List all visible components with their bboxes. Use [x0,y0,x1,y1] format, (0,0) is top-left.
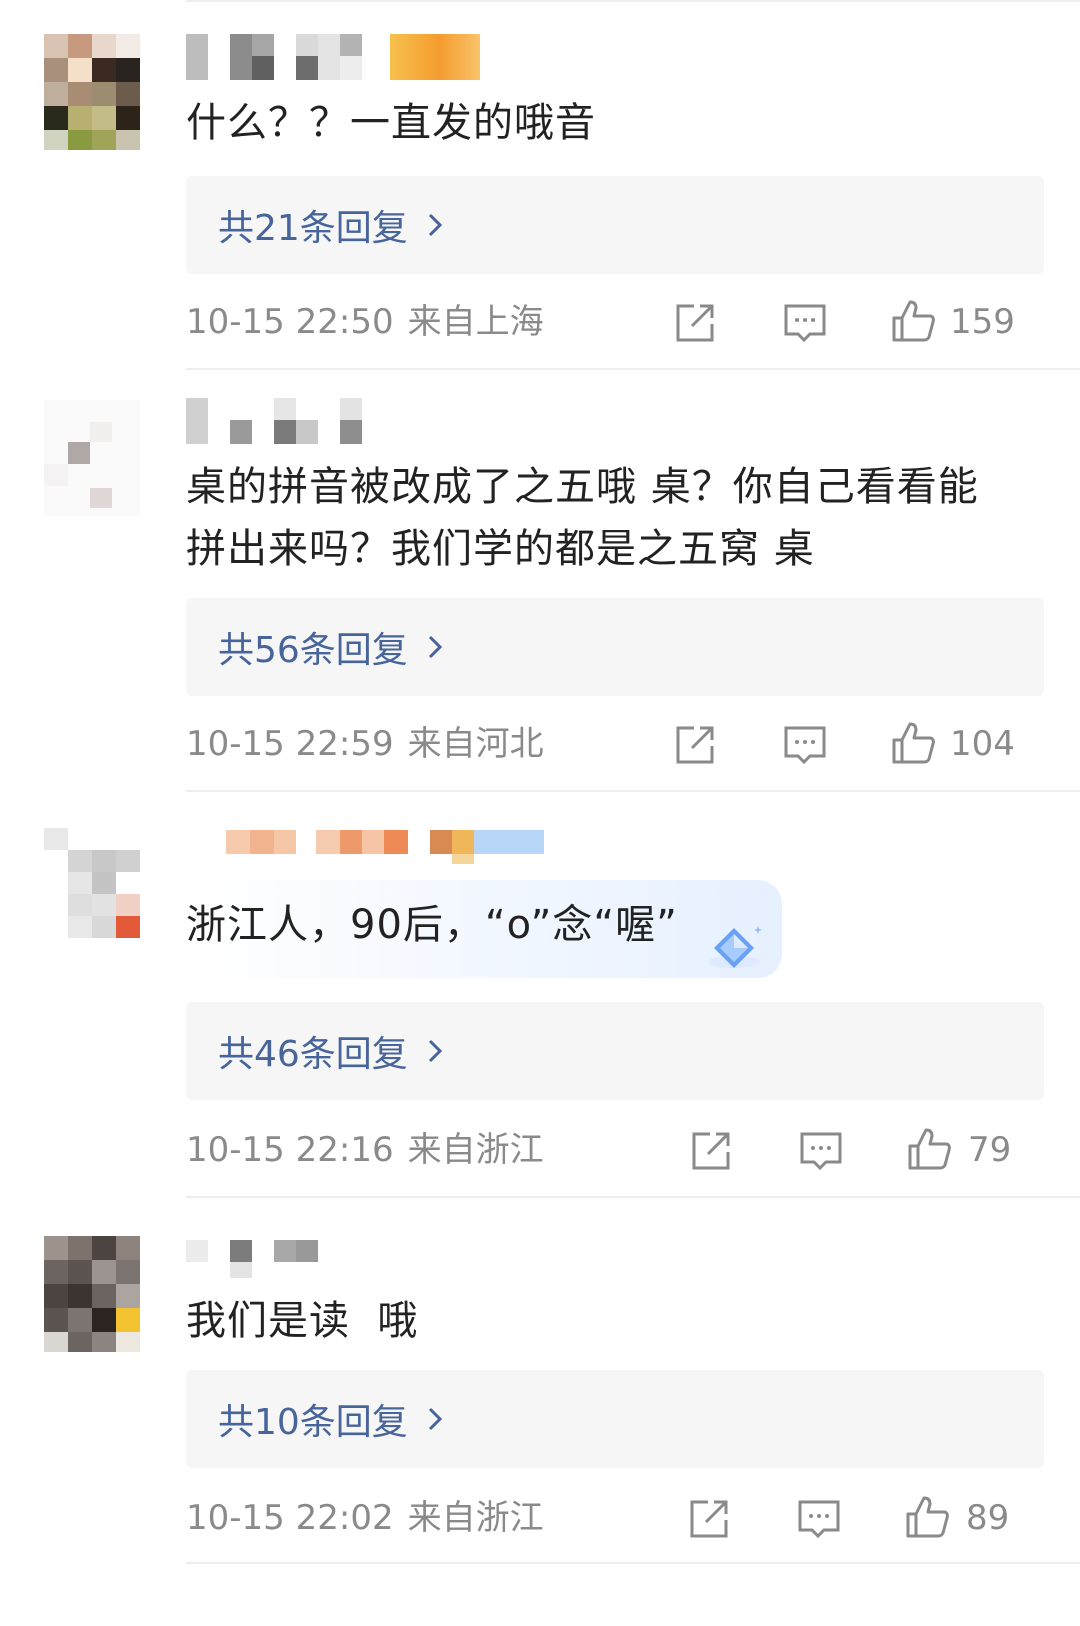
avatar[interactable] [44,1236,140,1352]
comment-text: 我们是读 哦 [186,1298,419,1344]
reply-count-bar[interactable]: 共21条回复 [186,176,1044,274]
share-icon[interactable] [672,300,718,346]
chevron-right-icon [428,1407,442,1431]
reply-count-label: 共10条回复 [218,1402,408,1443]
reply-count-label: 共56条回复 [218,630,408,671]
avatar[interactable] [44,828,140,944]
location: 来自上海 [407,302,544,342]
divider [186,1562,1080,1564]
divider [186,368,1080,370]
share-icon[interactable] [672,722,718,768]
comment-icon[interactable] [796,1496,842,1542]
divider [186,1196,1080,1198]
like-count: 159 [950,302,1015,342]
timestamp: 10-15 22:50 [186,302,394,342]
share-icon[interactable] [688,1128,734,1174]
avatar[interactable] [44,34,140,150]
timestamp: 10-15 22:16 [186,1130,394,1170]
share-icon[interactable] [686,1496,732,1542]
comment-text: 桌的拼音被改成了之五哦 桌？你自己看看能拼出来吗？我们学的都是之五窝 桌 [186,464,979,572]
reply-count-bar[interactable]: 共56条回复 [186,598,1044,696]
comment-meta: 10-15 22:16 来自浙江 [186,1130,544,1170]
comment-text: 什么？？一直发的哦音 [186,100,596,146]
like-icon[interactable] [890,298,936,344]
reply-count-bar[interactable]: 共46条回复 [186,1002,1044,1100]
chevron-right-icon [428,1039,442,1063]
avatar[interactable] [44,400,140,516]
gem-badge-icon [708,926,762,968]
chevron-right-icon [428,635,442,659]
divider [186,790,1080,792]
like-icon[interactable] [906,1126,952,1172]
like-count: 79 [968,1130,1012,1170]
chevron-right-icon [428,213,442,237]
like-icon[interactable] [890,720,936,766]
username-blurred[interactable] [186,34,486,82]
timestamp: 10-15 22:59 [186,724,394,764]
comment-icon[interactable] [782,722,828,768]
divider [186,0,1080,2]
timestamp: 10-15 22:02 [186,1498,394,1538]
like-count: 104 [950,724,1015,764]
location: 来自浙江 [407,1130,544,1170]
reply-count-bar[interactable]: 共10条回复 [186,1370,1044,1468]
username-blurred[interactable] [186,826,566,874]
comment-meta: 10-15 22:02 来自浙江 [186,1498,544,1538]
comment-icon[interactable] [798,1128,844,1174]
like-icon[interactable] [904,1494,950,1540]
username-blurred[interactable] [186,1236,346,1284]
comment-icon[interactable] [782,300,828,346]
location: 来自浙江 [407,1498,544,1538]
comment-text: 浙江人，90后，“o”念“喔” [186,902,678,948]
reply-count-label: 共46条回复 [218,1034,408,1075]
reply-count-label: 共21条回复 [218,208,408,249]
like-count: 89 [966,1498,1010,1538]
location: 来自河北 [407,724,544,764]
comment-meta: 10-15 22:50 来自上海 [186,302,544,342]
username-blurred[interactable] [186,398,386,446]
comment-meta: 10-15 22:59 来自河北 [186,724,544,764]
